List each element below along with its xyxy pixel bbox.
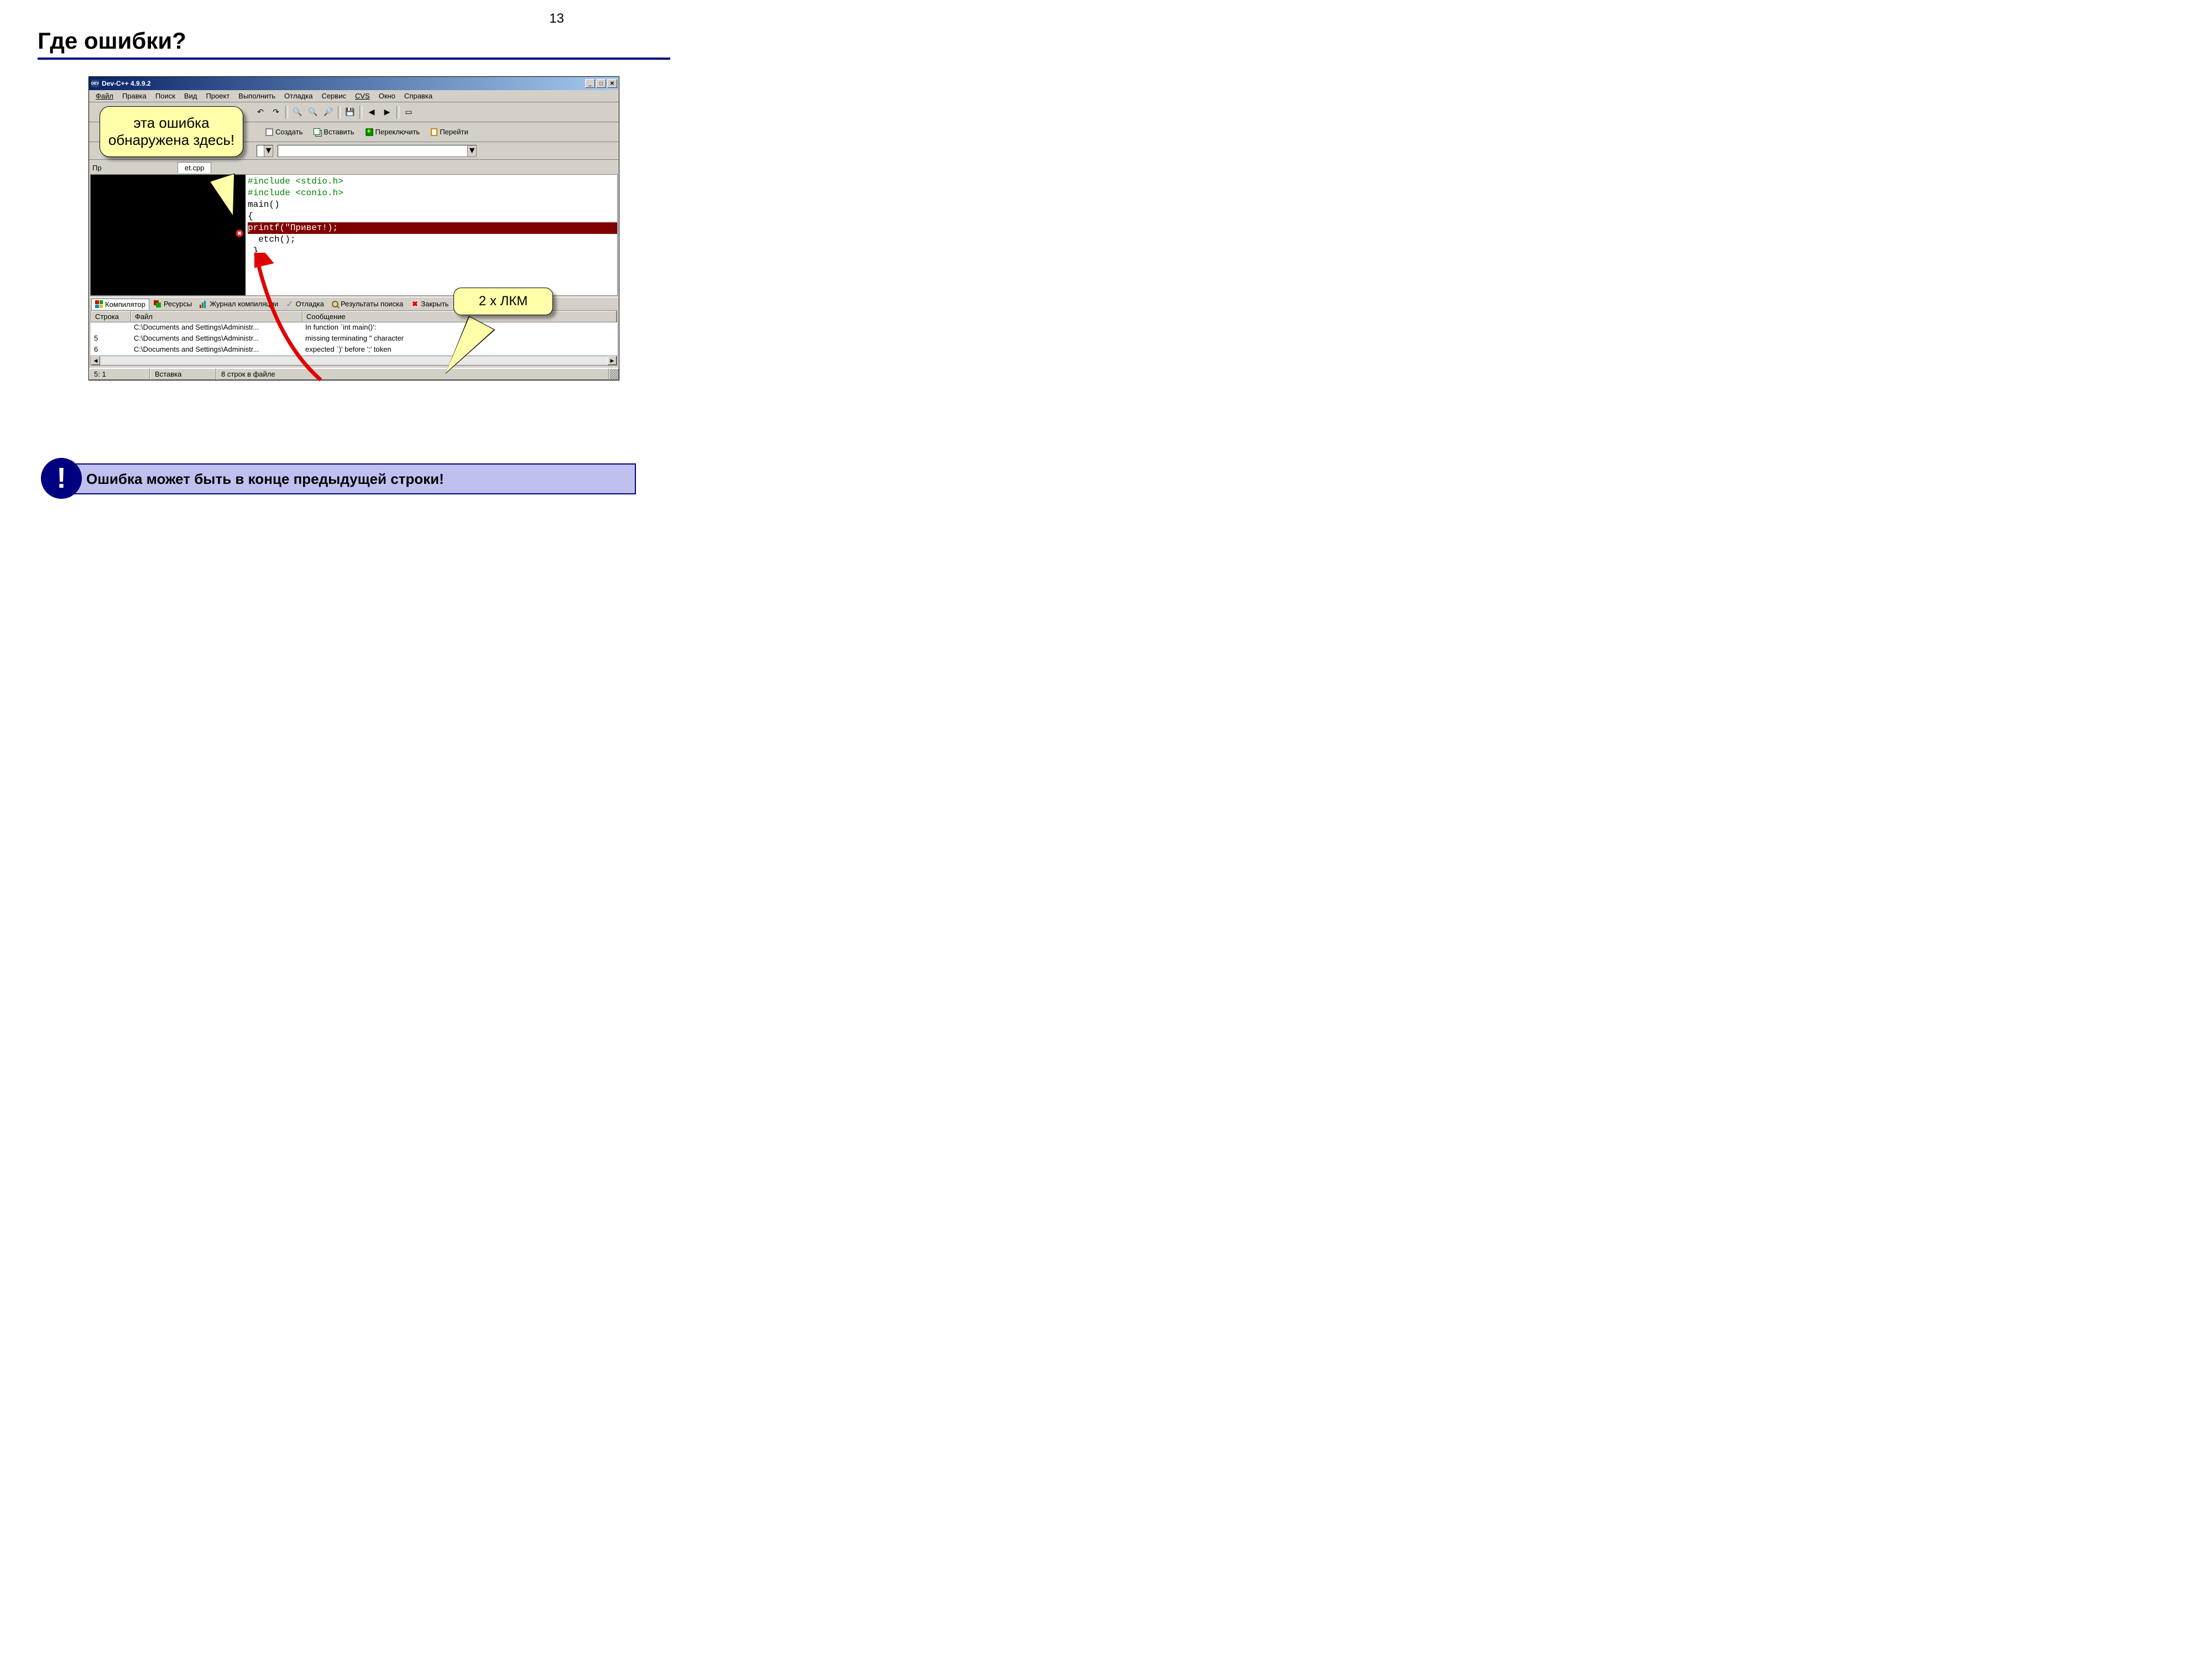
replace-icon[interactable]: 🔎 [321, 105, 336, 119]
error-row[interactable]: C:\Documents and Settings\Administr...In… [91, 322, 617, 333]
switch-icon [366, 128, 373, 136]
horizontal-scrollbar[interactable]: ◀ ▶ [91, 356, 617, 366]
tab-resources[interactable]: Ресурсы [150, 299, 195, 309]
tab-compiler[interactable]: Компилятор [91, 299, 149, 310]
scroll-right-icon[interactable]: ▶ [608, 356, 617, 365]
error-row[interactable]: 5C:\Documents and Settings\Administr...m… [91, 333, 617, 345]
tab-log[interactable]: Журнал компиляции [196, 299, 281, 309]
save-icon[interactable]: 💾 [343, 105, 357, 119]
menu-file[interactable]: Файл [91, 91, 118, 101]
close-button[interactable]: ✕ [607, 79, 617, 88]
tab-close[interactable]: ✖Закрыть [408, 299, 452, 309]
menu-edit[interactable]: Правка [118, 91, 151, 101]
page-title: Где ошибки? [38, 28, 186, 54]
file-tab-active[interactable]: et.cpp [178, 162, 211, 173]
bookmark-icon[interactable]: ▭ [401, 105, 416, 119]
page-number: 13 [549, 11, 564, 27]
status-line-count: 8 строк в файле [216, 368, 609, 380]
scroll-left-icon[interactable]: ◀ [91, 356, 100, 365]
titlebar[interactable]: DEV Dev-C++ 4.9.9.2 _ □ ✕ [89, 77, 619, 90]
error-row[interactable]: 6C:\Documents and Settings\Administr...e… [91, 345, 617, 356]
tab-debug[interactable]: ✓Отладка [283, 298, 327, 311]
col-file[interactable]: Файл [131, 311, 302, 322]
error-grid-body: C:\Documents and Settings\Administr...In… [91, 322, 617, 356]
menu-help[interactable]: Справка [400, 91, 437, 101]
redo-icon[interactable]: ↷ [269, 105, 283, 119]
prev-icon[interactable]: ◀ [364, 105, 379, 119]
search-icon [332, 301, 338, 307]
title-rule [38, 58, 670, 60]
menu-debug[interactable]: Отладка [280, 91, 317, 101]
statusbar: 5: 1 Вставка 8 строк в файле [89, 368, 619, 380]
menu-cvs[interactable]: CVS [351, 91, 374, 101]
insert-icon [314, 128, 321, 136]
file-tabbar: Пр et.cpp [89, 160, 619, 173]
minimize-button[interactable]: _ [585, 79, 595, 88]
close-icon: ✖ [411, 300, 419, 308]
goto-icon [431, 128, 437, 136]
chevron-down-icon: ▼ [264, 145, 273, 156]
menu-project[interactable]: Проект [201, 91, 234, 101]
resize-grip-icon[interactable] [609, 368, 619, 380]
maximize-button[interactable]: □ [596, 79, 606, 88]
tab-results[interactable]: Результаты поиска [328, 299, 406, 309]
log-icon [200, 300, 207, 308]
status-cursor-pos: 5: 1 [89, 368, 150, 380]
status-insert-mode: Вставка [150, 368, 216, 380]
menu-window[interactable]: Окно [374, 91, 400, 101]
menu-view[interactable]: Вид [180, 91, 202, 101]
callout-double-click: 2 х ЛКМ [453, 288, 553, 315]
code-area[interactable]: #include <stdio.h> #include <conio.h> ma… [246, 175, 617, 295]
editor[interactable]: ✖ #include <stdio.h> #include <conio.h> … [90, 174, 618, 296]
undo-icon[interactable]: ↶ [253, 105, 268, 119]
dropdown-scope[interactable]: ▼ [257, 145, 273, 157]
error-line[interactable]: printf("Привет!); [248, 222, 617, 234]
menu-service[interactable]: Сервис [317, 91, 351, 101]
create-icon [265, 128, 273, 136]
insert-button[interactable]: Вставить [310, 127, 357, 137]
chevron-down-icon: ▼ [467, 145, 476, 156]
next-icon[interactable]: ▶ [380, 105, 394, 119]
app-icon: DEV [91, 79, 100, 88]
switch-button[interactable]: Переключить [362, 127, 424, 137]
sidebar-tab-label[interactable]: Пр [91, 163, 100, 173]
compiler-icon [95, 300, 103, 308]
create-button[interactable]: Создать [262, 127, 306, 137]
menu-run[interactable]: Выполнить [234, 91, 280, 101]
col-line[interactable]: Строка [91, 311, 131, 322]
note-box: Ошибка может быть в конце предыдущей стр… [72, 463, 636, 494]
note-icon: ! [41, 458, 82, 499]
dropdown-symbol[interactable]: ▼ [278, 145, 477, 157]
menubar: Файл Правка Поиск Вид Проект Выполнить О… [89, 90, 619, 102]
debug-icon: ✓ [286, 299, 293, 310]
window-title: Dev-C++ 4.9.9.2 [102, 80, 151, 87]
find-icon[interactable]: 🔍 [290, 105, 305, 119]
error-marker-icon[interactable]: ✖ [236, 229, 243, 237]
resources-icon [154, 300, 161, 308]
goto-button[interactable]: Перейти [427, 127, 472, 137]
find-next-icon[interactable]: 🔍 [306, 105, 320, 119]
callout-error-found-here: эта ошибка обнаружена здесь! [100, 106, 243, 157]
menu-search[interactable]: Поиск [151, 91, 180, 101]
